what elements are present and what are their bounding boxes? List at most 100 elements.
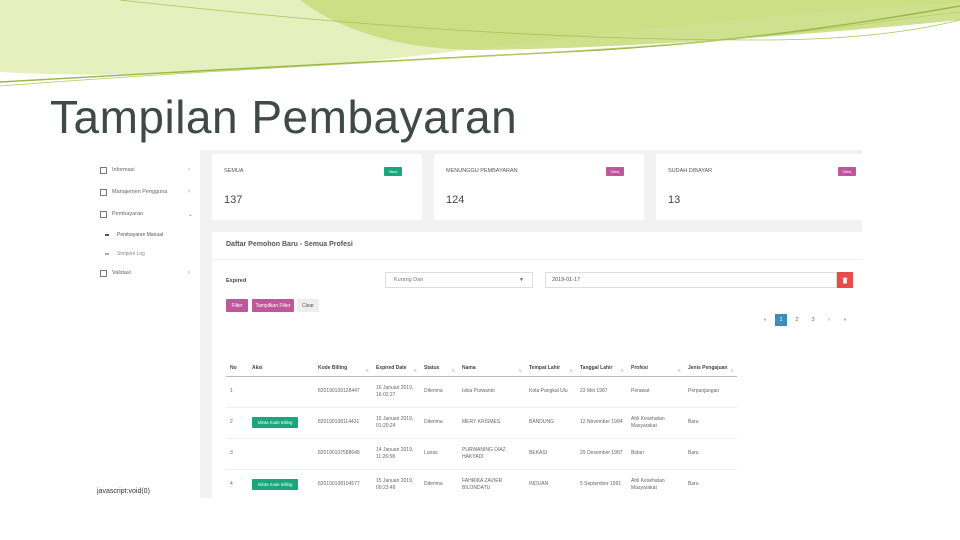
column-header[interactable]: Profesi ⇅ [627,346,684,377]
view-button[interactable]: View [384,167,402,176]
panel-title: Daftar Pemohon Baru - Semua Profesi [226,241,353,248]
sidebar-item-validasi[interactable]: Validasi › [100,267,190,279]
cell-status: Diterima [420,376,458,408]
sort-icon: ⇅ [365,367,369,373]
card-count: 137 [224,194,243,206]
column-header[interactable]: Expired Date ⇅ [372,346,420,377]
cell-jenis-pengajuan: Baru [684,438,737,470]
cell-aksi [248,438,314,470]
sort-icon: ⇅ [518,367,522,373]
show-filter-button[interactable]: Tampilkan Filter [252,299,294,312]
sort-icon: ⇅ [677,367,681,373]
divider [212,259,862,260]
column-header[interactable]: Jenis Pengajuan ⇅ [684,346,737,377]
pagination-page-1[interactable]: 1 [775,314,787,326]
cell-tempat-lahir: Kota Pangkal Ulu [525,376,576,408]
copy-icon [100,166,107,174]
cell-tempat-lahir: BEKASI [525,438,576,470]
sidebar-subitem-label: Simponi Log [117,251,145,257]
delete-button[interactable] [837,272,853,288]
chevron-right-icon: › [188,270,190,276]
column-header[interactable]: Status ⇅ [420,346,458,377]
cell-status: Diterima [420,469,458,498]
sidebar-subitem-simponi-log[interactable]: Simponi Log [105,249,145,259]
filter-button[interactable]: Filter [226,299,248,312]
request-billing-code-button[interactable]: Minta Kode Billing [252,478,299,491]
header-decoration [0,0,960,87]
cell-tanggal-lahir: 23 Mei 1987 [576,376,627,408]
cell-aksi [248,376,314,408]
sidebar-subitem-label: Pembayaran Manual [117,232,164,238]
pagination-next[interactable]: › [823,314,835,326]
pagination-page-3[interactable]: 3 [807,314,819,326]
cell-kode-billing: 820190109128447 [314,376,372,408]
sidebar: Informasi › Manajemen Pengguna › Pembaya… [97,150,200,498]
caret-down-icon: ▼ [519,277,524,283]
view-button[interactable]: View [606,167,624,176]
cell-nama: PURWANING DIAZ HAKYADI [458,438,525,470]
slide-title: Tampilan Pembayaran [50,91,518,143]
pagination-page-2[interactable]: 2 [791,314,803,326]
request-billing-code-button[interactable]: Minta Kode Billing [252,416,299,429]
sort-icon: ⇅ [730,367,734,373]
column-header[interactable]: Nama ⇅ [458,346,525,377]
sort-icon: ⇅ [413,367,417,373]
comparison-select[interactable]: Kurang Dari ▼ [385,272,533,288]
cell-aksi: Minta Kode Billing [248,469,314,498]
pagination-first[interactable]: « [759,314,771,326]
table-row: 3 820190107588648 14 Januari 2019, 11:26… [226,438,737,470]
cell-no: 2 [226,407,248,439]
trash-icon [842,276,848,283]
cell-tanggal-lahir: 29 Desember 1987 [576,438,627,470]
select-value: Kurang Dari [394,277,424,283]
sidebar-item-label: Pembayaran [112,211,144,217]
cell-kode-billing: 820190108104577 [314,469,372,498]
column-header[interactable]: Tanggal Lahir ⇅ [576,346,627,377]
cell-kode-billing: 820190107588648 [314,438,372,470]
card-count: 124 [446,194,465,206]
column-header[interactable]: Kode Billing ⇅ [314,346,372,377]
column-header[interactable]: Tempat Lahir ⇅ [525,346,576,377]
cell-kode-billing: 820190108114431 [314,407,372,439]
cell-expired-date: 16 Januari 2019, 16:02:27 [372,376,420,408]
date-input[interactable]: 2019-01-17 [545,272,837,288]
cell-nama: FAHRIKA ZAVIER BILONDATU [458,469,525,498]
sidebar-item-manajemen-pengguna[interactable]: Manajemen Pengguna › [100,186,190,198]
sort-icon: ⇅ [620,367,624,373]
app-screenshot: Informasi › Manajemen Pengguna › Pembaya… [97,150,862,498]
stat-card-semua: SEMUA 137 View [212,154,422,220]
cell-tanggal-lahir: 12 November 1984 [576,407,627,439]
cell-profesi: Ahli Kesehatan Masyarakat [627,407,684,439]
table-row: 1 820190109128447 16 Januari 2019, 16:02… [226,376,737,408]
cell-aksi: Minta Kode Billing [248,407,314,439]
table-header-row: No Aksi Kode Billing ⇅ Expired Date ⇅ Stat… [226,346,737,377]
cell-no: 4 [226,469,248,498]
column-header[interactable]: No [226,346,248,377]
chevron-down-icon: ⌄ [188,211,194,218]
cell-expired-date: 14 Januari 2019, 11:26:58 [372,438,420,470]
sort-icon: ⇅ [569,367,573,373]
pagination-last[interactable]: » [839,314,851,326]
card-label: SUDAH DIBAYAR [668,168,713,174]
sidebar-item-informasi[interactable]: Informasi › [100,164,190,176]
cell-jenis-pengajuan: Baru [684,407,737,439]
cell-profesi: Ahli Kesehatan Masyarakat [627,469,684,498]
sidebar-subitem-pembayaran-manual[interactable]: Pembayaran Manual [105,230,163,240]
sidebar-item-pembayaran[interactable]: Pembayaran ⌄ [100,208,193,220]
applicant-list-panel: Daftar Pemohon Baru - Semua Profesi Expi… [212,232,862,498]
copy-icon [100,210,107,218]
bullet-icon [105,234,109,236]
card-label: MENUNGGU PEMBAYARAN [446,168,518,174]
expired-filter-label: Expired [226,278,247,284]
cell-status: Lunas [420,438,458,470]
stat-card-menunggu-pembayaran: MENUNGGU PEMBAYARAN 124 View [434,154,644,220]
cell-no: 1 [226,376,248,408]
view-button[interactable]: View [838,167,856,176]
table-row: 4 Minta Kode Billing 820190108104577 15 … [226,469,737,498]
stat-card-sudah-dibayar: SUDAH DIBAYAR 13 View [656,154,862,220]
column-header[interactable]: Aksi [248,346,314,377]
cell-nama: Iskia Purwanto [458,376,525,408]
chevron-right-icon: › [188,167,190,173]
clear-button[interactable]: Clear [297,299,319,312]
cell-no: 3 [226,438,248,470]
